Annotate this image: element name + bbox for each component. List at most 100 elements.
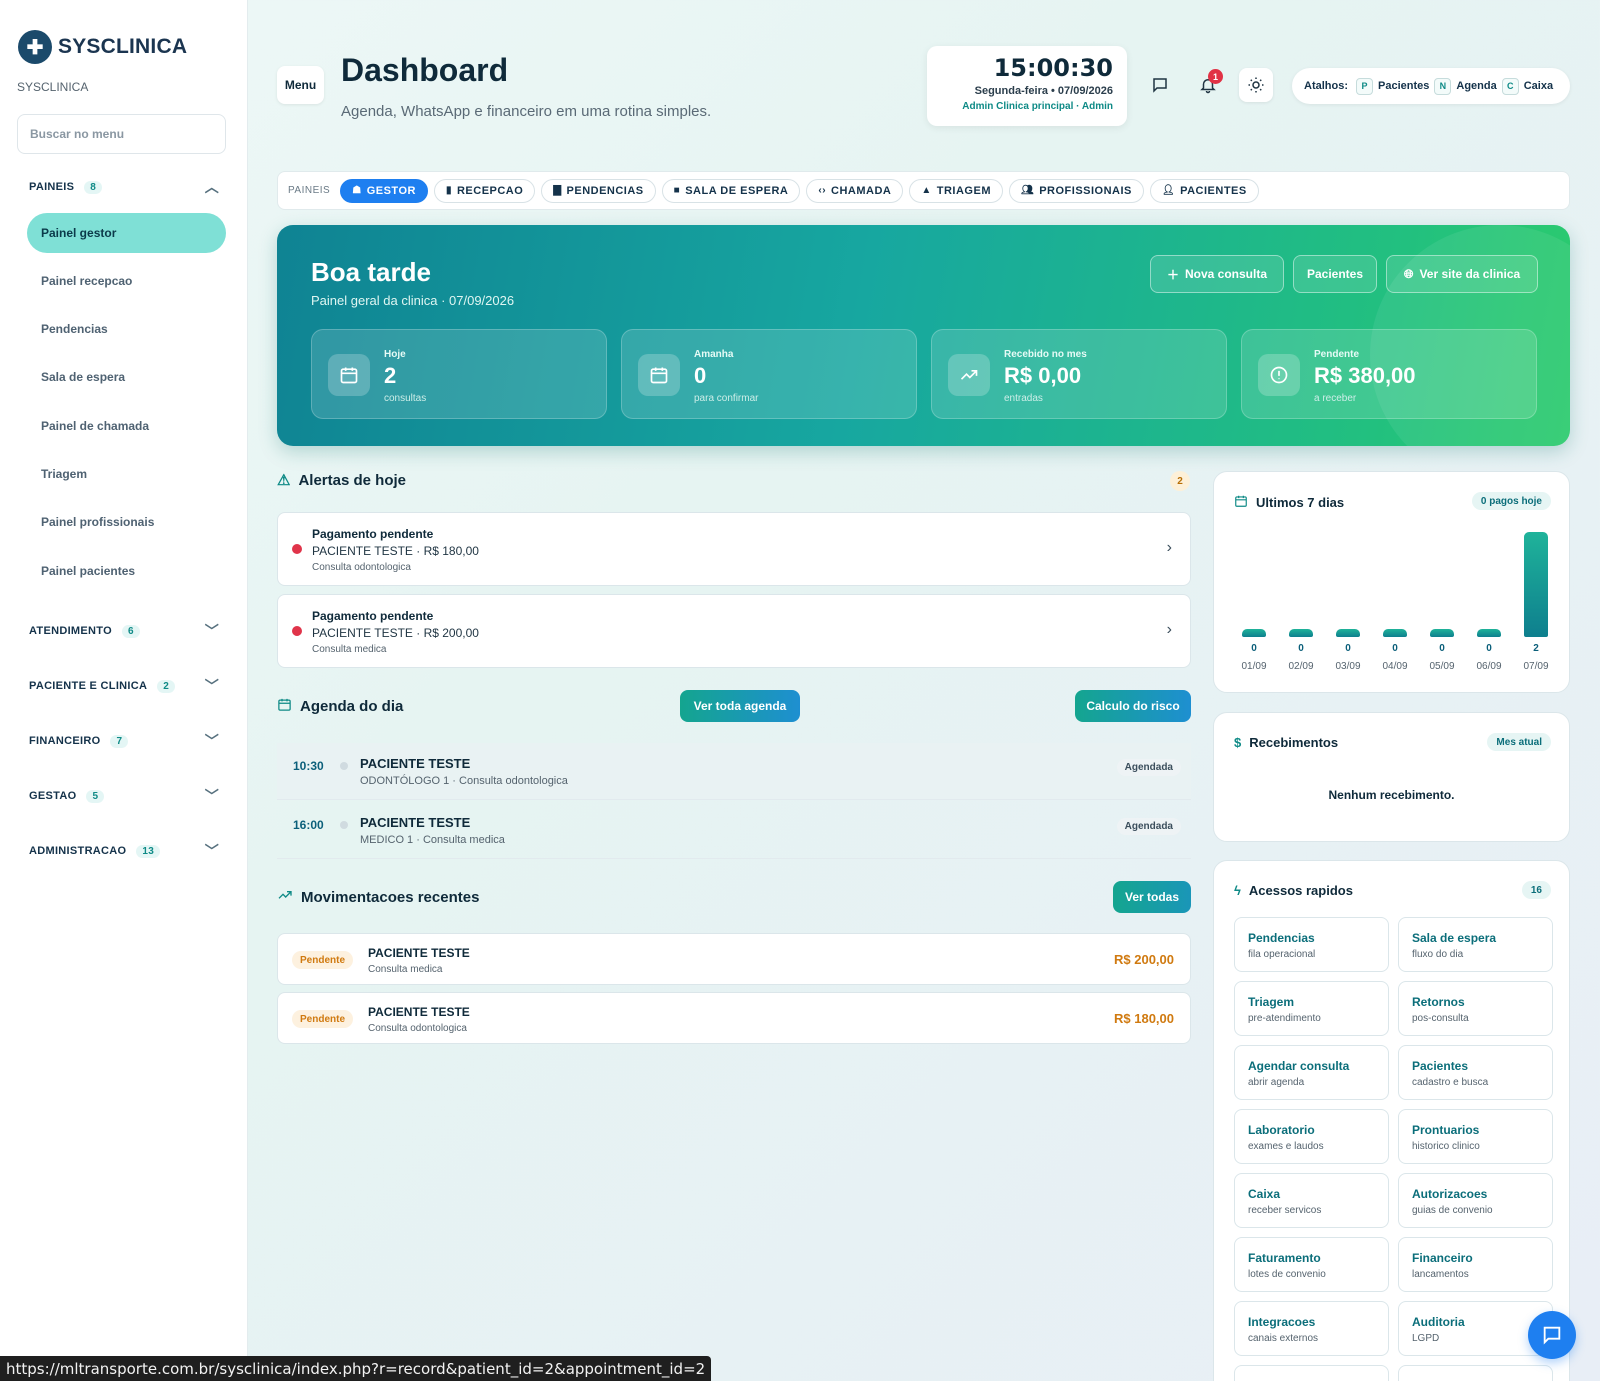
quick-access-subtitle: lotes de convenio [1248,1269,1326,1280]
quick-access-title: Triagem [1248,995,1295,1009]
shortcut-pacientes[interactable]: Pacientes [1378,80,1429,92]
chat-icon[interactable] [1143,68,1177,102]
timeline-dot [340,762,348,770]
quick-access-item[interactable]: Usuarios [1398,1365,1553,1381]
movement-patient: PACIENTE TESTE [368,946,470,960]
bar-category-label: 05/09 [1429,661,1455,672]
bar-value-label: 0 [1392,643,1398,654]
chat-fab-button[interactable] [1528,1311,1576,1359]
sidebar-item-pendencias[interactable]: Pendencias [27,309,226,349]
theme-toggle-sun-icon[interactable] [1239,68,1273,102]
sidebar-item-painel-profissionais[interactable]: Painel profissionais [27,502,226,542]
receipts-heading: $ Recebimentos [1234,735,1338,750]
sidebar-item-painel-pacientes[interactable]: Painel pacientes [27,551,226,591]
quick-access-item[interactable]: Triagem pre-atendimento [1234,981,1389,1036]
appointment-row[interactable]: 10:30 PACIENTE TESTE ODONTÓLOGO 1 · Cons… [277,743,1191,800]
shortcut-agenda[interactable]: Agenda [1456,80,1496,92]
sidebar-item-painel-de-chamada[interactable]: Painel de chamada [27,406,226,446]
movements-title: Movimentacoes recentes [301,888,480,906]
quick-access-item[interactable]: Autorizacoes guias de convenio [1398,1173,1553,1228]
lightning-icon: ϟ [1234,883,1241,898]
view-all-movements-button[interactable]: Ver todas [1113,881,1191,913]
appointment-row[interactable]: 16:00 PACIENTE TESTE MEDICO 1 · Consulta… [277,802,1191,859]
sidebar-item-triagem[interactable]: Triagem [27,454,226,494]
agenda-heading: Agenda do dia [277,697,403,716]
bar-category-label: 06/09 [1476,661,1502,672]
bell-icon[interactable]: 1 [1191,68,1225,102]
quick-access-subtitle: cadastro e busca [1412,1077,1489,1088]
section-gestao[interactable]: GESTAO 5 ﹀ [29,786,219,806]
status-badge: Agendada [1116,818,1181,835]
view-agenda-button[interactable]: Ver toda agenda [680,690,800,722]
bar-column: 0 02/09 [1281,532,1321,672]
appointment-time: 10:30 [293,759,324,773]
tab-gestor[interactable]: ☗ GESTOR [340,178,428,203]
section-paciente-e-clinica[interactable]: PACIENTE E CLINICA 2 ﹀ [29,676,219,696]
sidebar-item-painel-recepcao[interactable]: Painel recepcao [27,261,226,301]
alert-item[interactable]: Pagamento pendente PACIENTE TESTE · R$ 2… [277,594,1191,668]
patients-button[interactable]: Pacientes [1293,255,1377,293]
tab-chamada[interactable]: ‹› CHAMADA [806,178,904,203]
tab-pendencias[interactable]: ▇ PENDENCIAS [541,178,656,203]
menu-search-input[interactable]: Buscar no menu [17,114,226,154]
bar-column: 0 04/09 [1375,532,1415,672]
quick-access-item[interactable]: Faturamento lotes de convenio [1234,1237,1389,1292]
quick-access-item[interactable]: Caixa receber servicos [1234,1173,1389,1228]
quick-access-item[interactable]: Servicos [1234,1365,1389,1381]
bar-value-label: 2 [1533,643,1539,654]
hero-banner: Boa tarde Painel geral da clinica · 07/0… [277,225,1570,446]
globe-icon: 🌐︎ [1403,266,1414,281]
quick-access-item[interactable]: Pacientes cadastro e busca [1398,1045,1553,1100]
section-financeiro[interactable]: FINANCEIRO 7 ﹀ [29,731,219,751]
new-appointment-button[interactable]: ＋ Nova consulta [1150,255,1284,293]
sidebar-item-sala-de-espera[interactable]: Sala de espera [27,357,226,397]
alerts-count: 2 [1170,471,1190,491]
section-paineis[interactable]: PAINEIS 8 ︿ [29,177,219,197]
quick-access-title: Pendencias [1248,931,1315,945]
movement-row[interactable]: Pendente PACIENTE TESTE Consulta medica … [277,933,1191,985]
quick-access-count: 16 [1521,881,1551,899]
alerts-title: Alertas de hoje [298,471,406,489]
section-label: GESTAO [29,790,77,802]
empty-receipts-message: Nenhum recebimento. [1328,788,1455,802]
quick-access-item[interactable]: Laboratorio exames e laudos [1234,1109,1389,1164]
logo-icon: ✚ [18,30,52,64]
brand-subtitle: SYSCLINICA [17,80,89,94]
quick-access-item[interactable]: Sala de espera fluxo do dia [1398,917,1553,972]
quick-access-title: Agendar consulta [1248,1059,1350,1073]
bar-column: 0 01/09 [1234,532,1274,672]
quick-access-item[interactable]: Integracoes canais externos [1234,1301,1389,1356]
tab-profissionais[interactable]: 👥︎ PROFISSIONAIS [1009,178,1144,203]
stat-note: para confirmar [694,393,759,404]
quick-access-item[interactable]: Financeiro lancamentos [1398,1237,1553,1292]
tab-triagem[interactable]: ▲ TRIAGEM [909,178,1003,203]
section-administracao[interactable]: ADMINISTRACAO 13 ﹀ [29,841,219,861]
shortcut-caixa[interactable]: Caixa [1524,80,1553,92]
quick-access-item[interactable]: Retornos pos-consulta [1398,981,1553,1036]
menu-button[interactable]: Menu [277,66,324,104]
tab-label: PENDENCIAS [566,184,644,197]
bar-column: 0 06/09 [1469,532,1509,672]
section-label: PACIENTE E CLINICA [29,680,148,692]
chevron-down-icon: ﹀ [204,733,219,749]
tab-sala-de-espera[interactable]: ■ SALA DE ESPERA [661,178,801,203]
bar-column: 0 05/09 [1422,532,1462,672]
tab-recepcao[interactable]: ▮ RECEPCAO [433,178,536,203]
alert-item[interactable]: Pagamento pendente PACIENTE TESTE · R$ 1… [277,512,1191,586]
quick-access-item[interactable]: Agendar consulta abrir agenda [1234,1045,1389,1100]
brand-logo[interactable]: ✚ SYSCLINICA [18,30,187,64]
plus-icon: ＋ [1166,267,1179,282]
quick-access-title: Caixa [1248,1187,1281,1201]
quick-access-item[interactable]: Pendencias fila operacional [1234,917,1389,972]
sidebar-item-painel-gestor[interactable]: Painel gestor [27,213,226,253]
tab-pacientes[interactable]: 👤︎ PACIENTES [1149,178,1259,203]
quick-access-item[interactable]: Prontuarios historico clinico [1398,1109,1553,1164]
status-badge: Pendente [292,1010,354,1028]
clinic-site-button[interactable]: 🌐︎ Ver site da clinica [1386,255,1538,293]
calendar-icon [638,354,680,396]
risk-calc-button[interactable]: Calculo do risco [1075,690,1191,722]
movement-row[interactable]: Pendente PACIENTE TESTE Consulta odontol… [277,992,1191,1044]
panel-tabs: PAINEIS ☗ GESTOR ▮ RECEPCAO ▇ PENDENCIAS ■ S… [277,171,1570,210]
quick-access-subtitle: fila operacional [1248,949,1316,960]
section-atendimento[interactable]: ATENDIMENTO 6 ﹀ [29,621,219,641]
